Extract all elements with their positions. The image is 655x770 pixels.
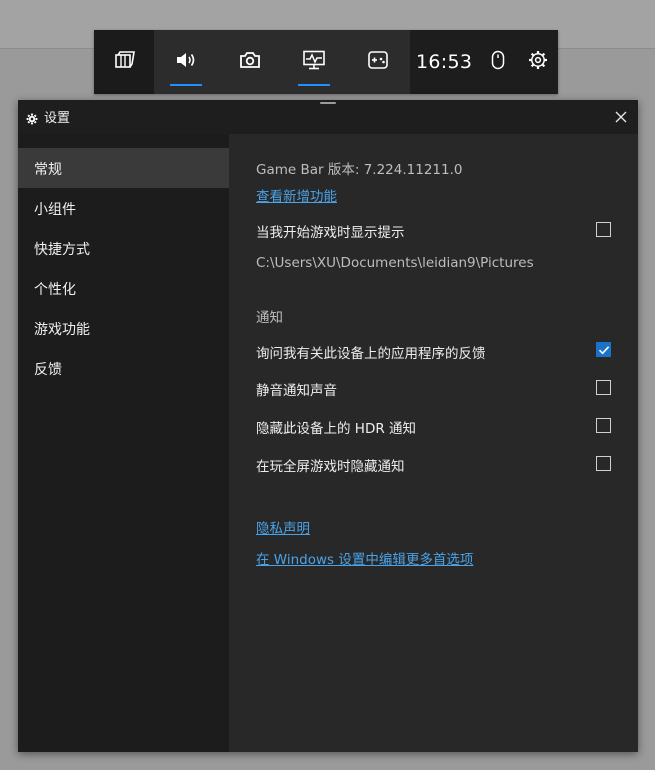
show-tips-label: 当我开始游戏时显示提示 [256,225,405,241]
mouse-button[interactable] [478,50,518,74]
sidebar-item-label: 小组件 [34,202,76,218]
sidebar-item-label: 常规 [34,162,62,178]
widget-menu-button[interactable] [94,30,154,94]
sidebar-item-personalization[interactable]: 个性化 [18,268,229,308]
sidebar-item-label: 游戏功能 [34,322,90,338]
speaker-icon [175,51,197,73]
sidebar-item-gaming-features[interactable]: 游戏功能 [18,308,229,348]
sidebar: 常规 小组件 快捷方式 个性化 游戏功能 反馈 [18,134,229,752]
mute-sound-label: 静音通知声音 [256,383,337,399]
capture-button[interactable] [218,30,282,94]
checkmark-icon [598,346,610,355]
gear-icon [528,50,548,74]
drag-handle[interactable] [320,102,336,104]
sidebar-item-label: 反馈 [34,362,62,378]
windows-settings-link[interactable]: 在 Windows 设置中编辑更多首选项 [256,548,473,568]
sidebar-item-label: 快捷方式 [34,242,90,258]
settings-window: 设置 常规 小组件 快捷方式 个性化 游戏功能 反馈 Game Bar 版本: … [18,100,638,752]
widget-menu-icon [113,51,135,73]
settings-content: Game Bar 版本: 7.224.11211.0 查看新增功能 当我开始游戏… [229,134,638,752]
sidebar-item-widgets[interactable]: 小组件 [18,188,229,228]
mouse-icon [491,50,505,74]
active-indicator [170,84,202,86]
window-title: 设置 [44,111,71,126]
sidebar-item-shortcuts[interactable]: 快捷方式 [18,228,229,268]
game-bar: 16:53 [94,30,558,94]
close-icon [615,108,627,127]
performance-monitor-icon [302,50,326,74]
version-text: Game Bar 版本: 7.224.11211.0 [256,162,463,178]
hide-hdr-label: 隐藏此设备上的 HDR 通知 [256,421,417,437]
close-button[interactable] [612,108,630,126]
audio-button[interactable] [154,30,218,94]
mute-sound-checkbox[interactable] [596,380,611,395]
feedback-option-label: 询问我有关此设备上的应用程序的反馈 [256,346,486,362]
feedback-option-checkbox[interactable] [596,342,611,357]
gear-icon [26,110,38,129]
notifications-heading: 通知 [256,310,283,326]
performance-button[interactable] [282,30,346,94]
show-tips-checkbox[interactable] [596,222,611,237]
sidebar-item-general[interactable]: 常规 [18,148,229,188]
hide-hdr-checkbox[interactable] [596,418,611,433]
hide-fullscreen-checkbox[interactable] [596,456,611,471]
privacy-link[interactable]: 隐私声明 [256,517,310,537]
camera-icon [239,51,261,73]
settings-button[interactable] [518,50,558,74]
xbox-social-button[interactable] [346,30,410,94]
whats-new-link[interactable]: 查看新增功能 [256,185,337,205]
sidebar-item-label: 个性化 [34,282,76,298]
capture-path: C:\Users\XU\Documents\leidian9\Pictures [256,255,534,271]
sidebar-item-feedback[interactable]: 反馈 [18,348,229,388]
clock: 16:53 [416,51,473,73]
active-indicator [298,84,330,86]
hide-fullscreen-label: 在玩全屏游戏时隐藏通知 [256,459,405,475]
title-bar[interactable]: 设置 [18,100,638,134]
gamepad-icon [367,50,389,74]
